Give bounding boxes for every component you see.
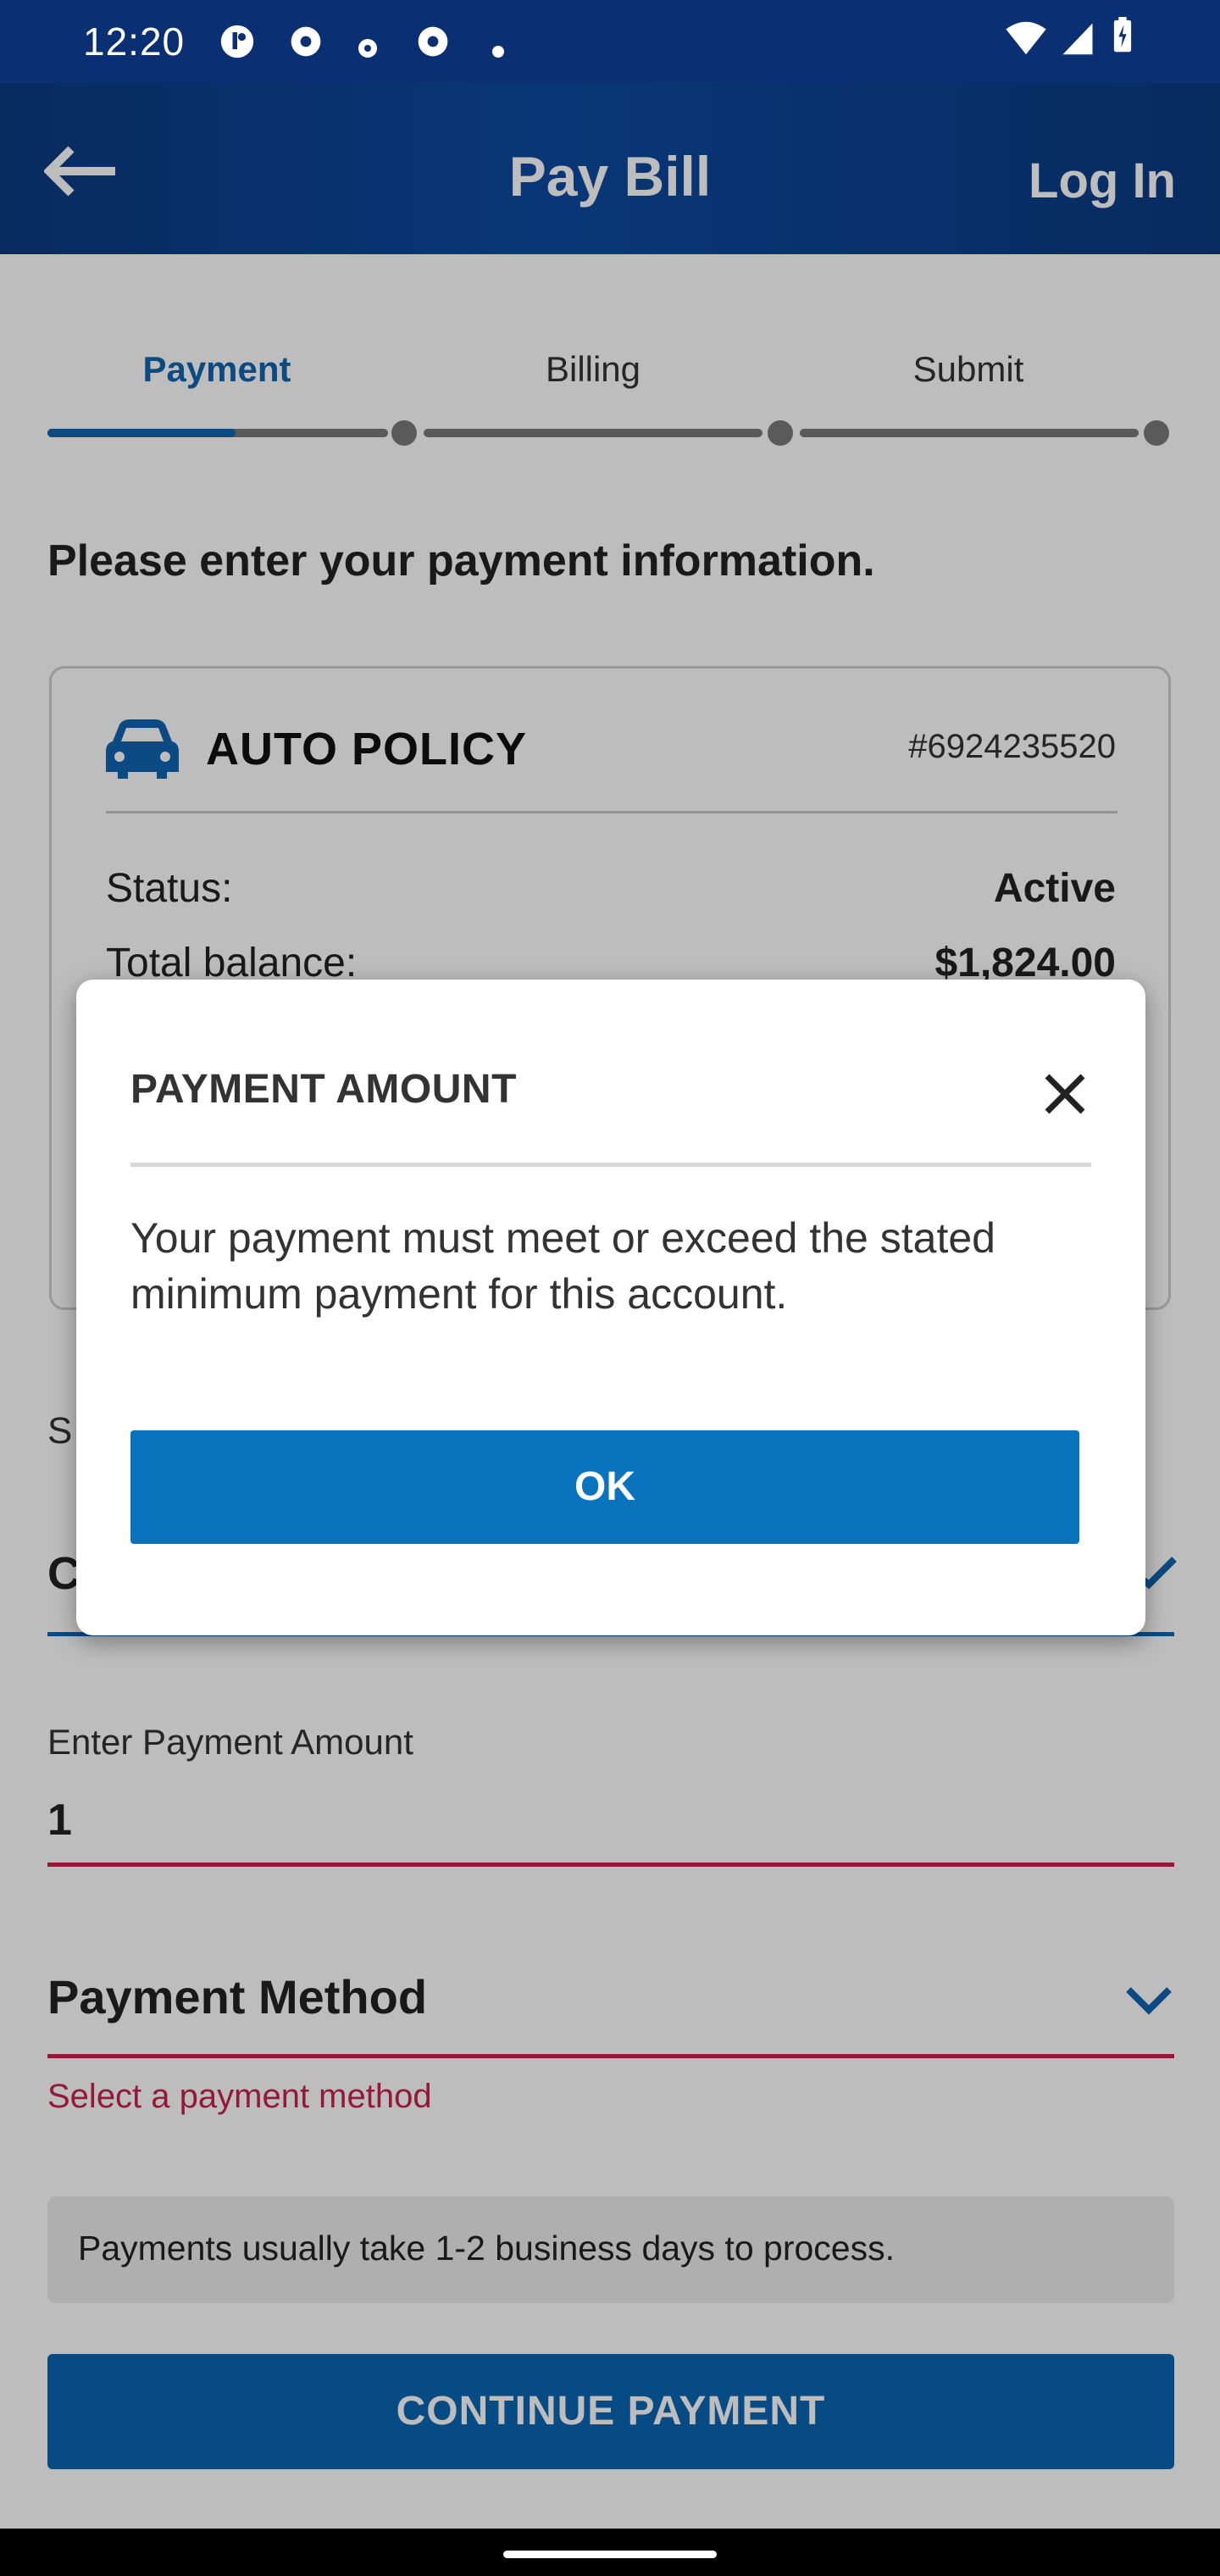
chrome-icon: [418, 26, 448, 57]
dot-icon: [492, 46, 504, 58]
home-handle[interactable]: [503, 2551, 717, 2558]
status-bar: 12:20: [0, 0, 1220, 83]
payment-amount-dialog: PAYMENT AMOUNT Your payment must meet or…: [76, 980, 1145, 1635]
dialog-message: Your payment must meet or exceed the sta…: [130, 1214, 995, 1318]
close-icon[interactable]: [1042, 1071, 1088, 1117]
divider: [130, 1163, 1091, 1167]
chrome-icon: [291, 26, 321, 57]
status-time: 12:20: [83, 19, 186, 64]
battery-icon: [1113, 17, 1132, 53]
ok-button[interactable]: OK: [130, 1430, 1079, 1544]
small-dot-icon: [358, 39, 377, 58]
signal-icon: [1062, 23, 1093, 55]
notification-icon: [220, 25, 254, 58]
dialog-title: PAYMENT AMOUNT: [130, 1067, 517, 1112]
wifi-icon: [1006, 21, 1046, 55]
